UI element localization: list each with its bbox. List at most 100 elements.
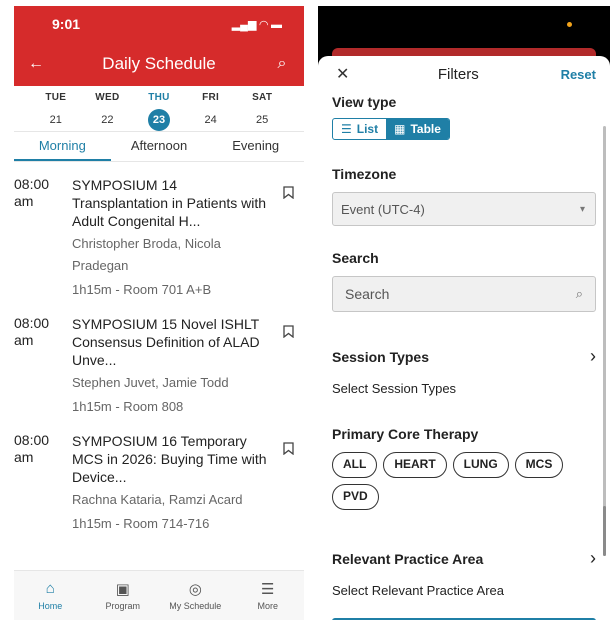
view-type-section: View type ☰ List ▦ Table xyxy=(332,94,596,140)
calendar-icon: ▣ xyxy=(115,581,130,598)
view-list-button[interactable]: ☰ List xyxy=(333,119,386,139)
apply-button[interactable] xyxy=(332,618,596,620)
chip-pvd[interactable]: PVD xyxy=(332,484,379,510)
session-body: SYMPOSIUM 15 Novel ISHLT Consensus Defin… xyxy=(72,315,274,418)
session-time: 08:00 am xyxy=(14,315,50,348)
day-number: 23 xyxy=(147,109,170,131)
session-title: SYMPOSIUM 14 Transplantation in Patients… xyxy=(72,177,267,229)
day-fri[interactable]: FRI 24 xyxy=(191,92,231,131)
session-types-row[interactable]: Session Types › xyxy=(332,346,596,367)
session-types-section[interactable]: Session Types › Select Session Types xyxy=(332,346,596,396)
tab-morning[interactable]: Morning xyxy=(14,132,111,161)
day-sat[interactable]: SAT 25 xyxy=(242,92,282,131)
nav-my-schedule[interactable]: ◎ My Schedule xyxy=(163,580,227,611)
filters-screen: ✕ Filters Reset View type ☰ List ▦ Table xyxy=(318,6,610,620)
session-title: SYMPOSIUM 16 Temporary MCS in 2026: Buyi… xyxy=(72,433,267,485)
table-icon: ▦ xyxy=(394,122,406,136)
core-therapy-chips: ALL HEART LUNG MCS PVD xyxy=(332,452,580,510)
home-icon: ⌂ xyxy=(45,580,55,597)
sheet-header: ✕ Filters Reset xyxy=(332,56,596,92)
timezone-select[interactable]: Event (UTC-4) ▾ xyxy=(332,192,596,226)
daily-schedule-screen: 9:01 ▂▄▆ ◠ ▬ ← Daily Schedule ⌕ TUE 21 W… xyxy=(14,6,304,620)
page-title: Daily Schedule xyxy=(102,54,216,73)
practice-area-section[interactable]: Relevant Practice Area › Select Relevant… xyxy=(332,548,596,598)
chip-lung[interactable]: LUNG xyxy=(452,452,509,478)
scrollbar-track xyxy=(603,126,606,556)
session-item[interactable]: 08:00 am SYMPOSIUM 14 Transplantation in… xyxy=(14,168,294,307)
app-bar: ← Daily Schedule ⌕ xyxy=(14,42,304,86)
tab-evening[interactable]: Evening xyxy=(207,132,304,161)
session-meta: 1h15m - Room 808 xyxy=(72,399,184,414)
day-number: 22 xyxy=(101,114,114,126)
status-bar-dark xyxy=(318,6,610,46)
day-name: WED xyxy=(95,92,120,103)
session-types-label: Session Types xyxy=(332,348,430,365)
timezone-section: Timezone Event (UTC-4) ▾ xyxy=(332,166,596,226)
reset-button[interactable]: Reset xyxy=(561,67,596,82)
session-body: SYMPOSIUM 16 Temporary MCS in 2026: Buyi… xyxy=(72,432,274,535)
privacy-indicator-dot xyxy=(567,22,572,27)
core-therapy-section: Primary Core Therapy ALL HEART LUNG MCS … xyxy=(332,426,596,510)
day-wed[interactable]: WED 22 xyxy=(87,92,127,131)
practice-area-label: Relevant Practice Area xyxy=(332,550,484,567)
chip-mcs[interactable]: MCS xyxy=(514,452,564,478)
search-label: Search xyxy=(332,250,379,266)
nav-more[interactable]: ☰ More xyxy=(236,580,300,611)
search-placeholder: Search xyxy=(345,286,390,302)
screenshot-root: 9:01 ▂▄▆ ◠ ▬ ← Daily Schedule ⌕ TUE 21 W… xyxy=(0,0,613,626)
session-item[interactable]: 08:00 am SYMPOSIUM 16 Temporary MCS in 2… xyxy=(14,424,294,541)
bookmark-icon[interactable] xyxy=(274,315,294,418)
status-icons: ▂▄▆ ◠ ▬ xyxy=(231,18,282,31)
practice-area-row[interactable]: Relevant Practice Area › xyxy=(332,548,596,569)
tab-afternoon[interactable]: Afternoon xyxy=(111,132,208,161)
timezone-value: Event (UTC-4) xyxy=(341,201,425,217)
session-title: SYMPOSIUM 15 Novel ISHLT Consensus Defin… xyxy=(72,316,260,368)
session-list: 08:00 am SYMPOSIUM 14 Transplantation in… xyxy=(14,162,304,541)
view-list-label: List xyxy=(356,122,379,136)
practice-area-sub: Select Relevant Practice Area xyxy=(332,583,504,598)
list-icon: ☰ xyxy=(341,122,352,136)
nav-program[interactable]: ▣ Program xyxy=(91,580,155,611)
session-time: 08:00 am xyxy=(14,176,50,209)
day-name: TUE xyxy=(45,92,67,103)
core-therapy-label: Primary Core Therapy xyxy=(332,426,479,442)
search-section: Search Search ⌕ xyxy=(332,250,596,312)
day-thu[interactable]: THU 23 xyxy=(139,92,179,131)
bottom-navigation: ⌂ Home ▣ Program ◎ My Schedule ☰ More xyxy=(14,570,304,620)
view-table-label: Table xyxy=(410,122,441,136)
status-bar: 9:01 ▂▄▆ ◠ ▬ xyxy=(14,6,304,42)
location-pin-icon: ◎ xyxy=(188,581,202,598)
menu-icon: ☰ xyxy=(261,581,275,598)
search-input[interactable]: Search ⌕ xyxy=(332,276,596,312)
view-table-button[interactable]: ▦ Table xyxy=(386,119,449,139)
day-number: 24 xyxy=(204,114,217,126)
session-body: SYMPOSIUM 14 Transplantation in Patients… xyxy=(72,176,274,301)
back-arrow-icon[interactable]: ← xyxy=(26,55,46,73)
day-number: 25 xyxy=(256,114,269,126)
bookmark-icon[interactable] xyxy=(274,176,294,301)
day-selector: TUE 21 WED 22 THU 23 FRI 24 SAT 25 xyxy=(14,86,304,132)
search-icon[interactable]: ⌕ xyxy=(272,55,292,73)
day-number: 21 xyxy=(49,114,62,126)
session-types-sub: Select Session Types xyxy=(332,381,457,396)
nav-label: Program xyxy=(105,601,140,611)
chip-all[interactable]: ALL xyxy=(332,452,378,478)
session-item[interactable]: 08:00 am SYMPOSIUM 15 Novel ISHLT Consen… xyxy=(14,307,294,424)
search-icon: ⌕ xyxy=(575,286,583,301)
scrollbar-thumb[interactable] xyxy=(603,506,606,556)
nav-label: My Schedule xyxy=(169,601,222,611)
day-name: FRI xyxy=(202,92,220,103)
chevron-down-icon: ▾ xyxy=(579,203,585,215)
day-name: THU xyxy=(148,92,170,103)
session-meta: 1h15m - Room 701 A+B xyxy=(72,282,212,297)
nav-label: Home xyxy=(38,601,63,611)
chip-heart[interactable]: HEART xyxy=(383,452,447,478)
view-type-label: View type xyxy=(332,94,397,110)
sheet-title: Filters xyxy=(437,65,479,83)
nav-home[interactable]: ⌂ Home xyxy=(18,580,82,611)
day-tue[interactable]: TUE 21 xyxy=(36,92,76,131)
timezone-label: Timezone xyxy=(332,166,397,182)
session-authors: Christopher Broda, Nicola Pradegan xyxy=(72,236,221,273)
bookmark-icon[interactable] xyxy=(274,432,294,535)
close-icon[interactable]: ✕ xyxy=(336,64,356,84)
